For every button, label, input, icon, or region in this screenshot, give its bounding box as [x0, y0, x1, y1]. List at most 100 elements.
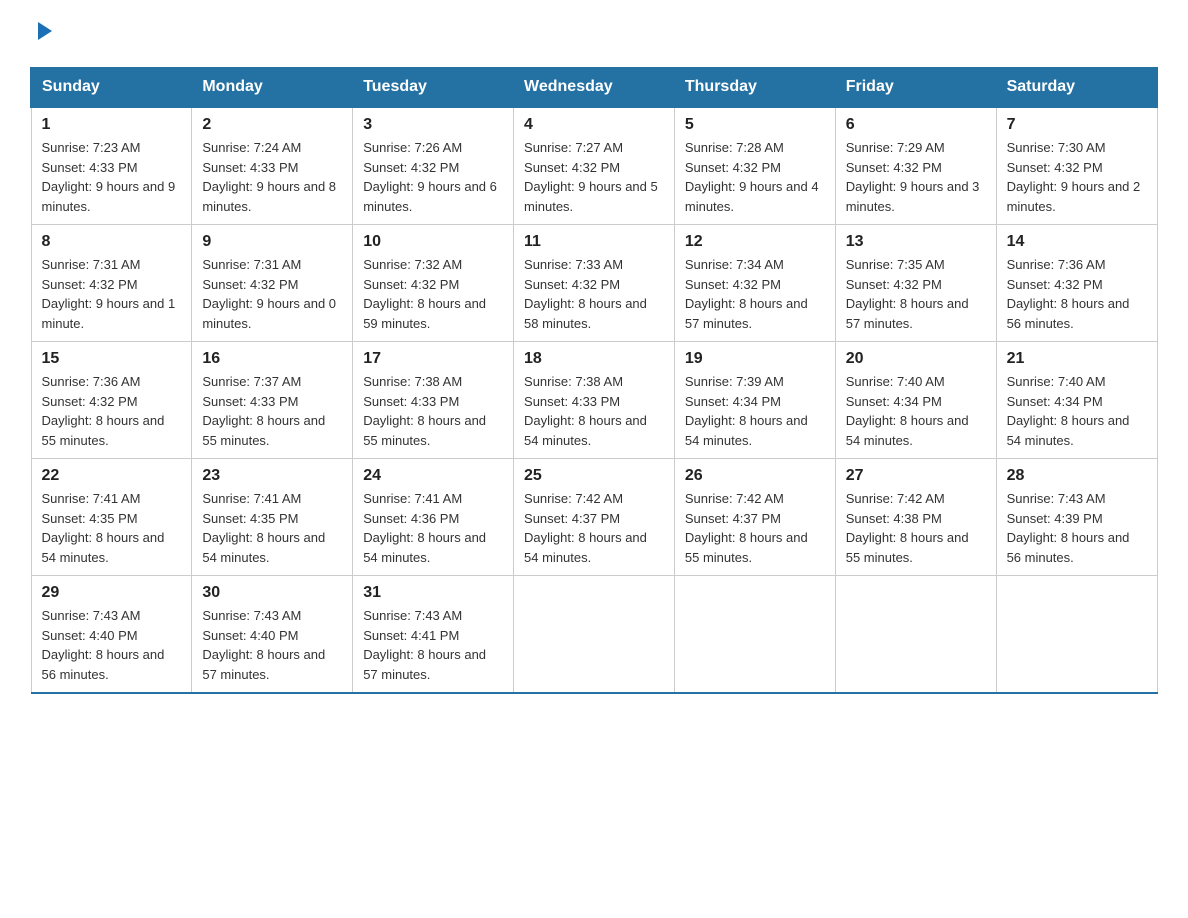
day-info: Sunrise: 7:29 AMSunset: 4:32 PMDaylight:…: [846, 138, 986, 216]
day-of-week-wednesday: Wednesday: [514, 68, 675, 108]
day-number: 11: [524, 233, 664, 251]
calendar-cell: 13Sunrise: 7:35 AMSunset: 4:32 PMDayligh…: [835, 225, 996, 342]
day-number: 18: [524, 350, 664, 368]
logo: [30, 20, 56, 47]
day-info: Sunrise: 7:26 AMSunset: 4:32 PMDaylight:…: [363, 138, 503, 216]
day-info: Sunrise: 7:36 AMSunset: 4:32 PMDaylight:…: [1007, 255, 1147, 333]
calendar-cell: 3 Sunrise: 7:26 AMSunset: 4:32 PMDaylight…: [353, 107, 514, 225]
day-info: Sunrise: 7:40 AMSunset: 4:34 PMDaylight:…: [846, 372, 986, 450]
day-number: 15: [42, 350, 182, 368]
day-info: Sunrise: 7:42 AMSunset: 4:37 PMDaylight:…: [685, 489, 825, 567]
day-info: Sunrise: 7:24 AMSunset: 4:33 PMDaylight:…: [202, 138, 342, 216]
calendar-cell: 28 Sunrise: 7:43 AMSunset: 4:39 PMDayligh…: [996, 459, 1157, 576]
day-number: 12: [685, 233, 825, 251]
day-of-week-thursday: Thursday: [674, 68, 835, 108]
day-info: Sunrise: 7:28 AMSunset: 4:32 PMDaylight:…: [685, 138, 825, 216]
day-number: 30: [202, 584, 342, 602]
day-info: Sunrise: 7:43 AMSunset: 4:40 PMDaylight:…: [42, 606, 182, 684]
calendar-cell: [996, 576, 1157, 694]
calendar-cell: 25 Sunrise: 7:42 AMSunset: 4:37 PMDayligh…: [514, 459, 675, 576]
day-number: 3: [363, 116, 503, 134]
calendar-body: 1Sunrise: 7:23 AMSunset: 4:33 PMDaylight…: [31, 107, 1157, 693]
day-number: 21: [1007, 350, 1147, 368]
day-of-week-tuesday: Tuesday: [353, 68, 514, 108]
calendar-cell: 18 Sunrise: 7:38 AMSunset: 4:33 PMDayligh…: [514, 342, 675, 459]
calendar-cell: 11 Sunrise: 7:33 AMSunset: 4:32 PMDayligh…: [514, 225, 675, 342]
calendar-cell: 2 Sunrise: 7:24 AMSunset: 4:33 PMDaylight…: [192, 107, 353, 225]
calendar-cell: 10 Sunrise: 7:32 AMSunset: 4:32 PMDayligh…: [353, 225, 514, 342]
day-info: Sunrise: 7:30 AMSunset: 4:32 PMDaylight:…: [1007, 138, 1147, 216]
day-info: Sunrise: 7:27 AMSunset: 4:32 PMDaylight:…: [524, 138, 664, 216]
calendar-cell: 29 Sunrise: 7:43 AMSunset: 4:40 PMDayligh…: [31, 576, 192, 694]
day-number: 31: [363, 584, 503, 602]
calendar-cell: 4 Sunrise: 7:27 AMSunset: 4:32 PMDaylight…: [514, 107, 675, 225]
calendar-cell: 17 Sunrise: 7:38 AMSunset: 4:33 PMDayligh…: [353, 342, 514, 459]
day-number: 14: [1007, 233, 1147, 251]
day-number: 4: [524, 116, 664, 134]
calendar-cell: 7 Sunrise: 7:30 AMSunset: 4:32 PMDaylight…: [996, 107, 1157, 225]
calendar-cell: 26Sunrise: 7:42 AMSunset: 4:37 PMDayligh…: [674, 459, 835, 576]
page-header: [30, 20, 1158, 47]
day-info: Sunrise: 7:33 AMSunset: 4:32 PMDaylight:…: [524, 255, 664, 333]
day-info: Sunrise: 7:40 AMSunset: 4:34 PMDaylight:…: [1007, 372, 1147, 450]
calendar-cell: 31 Sunrise: 7:43 AMSunset: 4:41 PMDayligh…: [353, 576, 514, 694]
day-info: Sunrise: 7:37 AMSunset: 4:33 PMDaylight:…: [202, 372, 342, 450]
day-info: Sunrise: 7:41 AMSunset: 4:35 PMDaylight:…: [202, 489, 342, 567]
day-number: 8: [42, 233, 182, 251]
day-info: Sunrise: 7:43 AMSunset: 4:41 PMDaylight:…: [363, 606, 503, 684]
day-number: 2: [202, 116, 342, 134]
day-number: 17: [363, 350, 503, 368]
day-of-week-saturday: Saturday: [996, 68, 1157, 108]
logo-arrow-icon: [34, 20, 56, 42]
day-of-week-monday: Monday: [192, 68, 353, 108]
day-info: Sunrise: 7:43 AMSunset: 4:39 PMDaylight:…: [1007, 489, 1147, 567]
day-number: 10: [363, 233, 503, 251]
calendar-table: SundayMondayTuesdayWednesdayThursdayFrid…: [30, 67, 1158, 694]
calendar-cell: 1Sunrise: 7:23 AMSunset: 4:33 PMDaylight…: [31, 107, 192, 225]
day-number: 22: [42, 467, 182, 485]
day-info: Sunrise: 7:32 AMSunset: 4:32 PMDaylight:…: [363, 255, 503, 333]
week-row-3: 15Sunrise: 7:36 AMSunset: 4:32 PMDayligh…: [31, 342, 1157, 459]
day-number: 7: [1007, 116, 1147, 134]
day-number: 5: [685, 116, 825, 134]
day-info: Sunrise: 7:38 AMSunset: 4:33 PMDaylight:…: [524, 372, 664, 450]
day-number: 1: [42, 116, 182, 134]
calendar-cell: 22 Sunrise: 7:41 AMSunset: 4:35 PMDayligh…: [31, 459, 192, 576]
calendar-cell: 15Sunrise: 7:36 AMSunset: 4:32 PMDayligh…: [31, 342, 192, 459]
calendar-cell: [674, 576, 835, 694]
week-row-5: 29 Sunrise: 7:43 AMSunset: 4:40 PMDayligh…: [31, 576, 1157, 694]
day-number: 29: [42, 584, 182, 602]
day-number: 16: [202, 350, 342, 368]
day-info: Sunrise: 7:31 AMSunset: 4:32 PMDaylight:…: [202, 255, 342, 333]
calendar-header: SundayMondayTuesdayWednesdayThursdayFrid…: [31, 68, 1157, 108]
calendar-cell: 12 Sunrise: 7:34 AMSunset: 4:32 PMDayligh…: [674, 225, 835, 342]
day-info: Sunrise: 7:42 AMSunset: 4:37 PMDaylight:…: [524, 489, 664, 567]
day-number: 6: [846, 116, 986, 134]
day-number: 25: [524, 467, 664, 485]
day-number: 28: [1007, 467, 1147, 485]
days-of-week-row: SundayMondayTuesdayWednesdayThursdayFrid…: [31, 68, 1157, 108]
calendar-cell: 5 Sunrise: 7:28 AMSunset: 4:32 PMDaylight…: [674, 107, 835, 225]
day-info: Sunrise: 7:39 AMSunset: 4:34 PMDaylight:…: [685, 372, 825, 450]
day-info: Sunrise: 7:34 AMSunset: 4:32 PMDaylight:…: [685, 255, 825, 333]
day-number: 13: [846, 233, 986, 251]
day-number: 19: [685, 350, 825, 368]
day-number: 23: [202, 467, 342, 485]
calendar-cell: 14 Sunrise: 7:36 AMSunset: 4:32 PMDayligh…: [996, 225, 1157, 342]
day-info: Sunrise: 7:31 AMSunset: 4:32 PMDaylight:…: [42, 255, 182, 333]
day-number: 20: [846, 350, 986, 368]
calendar-cell: 9 Sunrise: 7:31 AMSunset: 4:32 PMDaylight…: [192, 225, 353, 342]
calendar-cell: 20 Sunrise: 7:40 AMSunset: 4:34 PMDayligh…: [835, 342, 996, 459]
day-info: Sunrise: 7:38 AMSunset: 4:33 PMDaylight:…: [363, 372, 503, 450]
day-number: 9: [202, 233, 342, 251]
day-number: 27: [846, 467, 986, 485]
day-of-week-sunday: Sunday: [31, 68, 192, 108]
day-info: Sunrise: 7:41 AMSunset: 4:36 PMDaylight:…: [363, 489, 503, 567]
day-info: Sunrise: 7:41 AMSunset: 4:35 PMDaylight:…: [42, 489, 182, 567]
day-info: Sunrise: 7:42 AMSunset: 4:38 PMDaylight:…: [846, 489, 986, 567]
week-row-4: 22 Sunrise: 7:41 AMSunset: 4:35 PMDayligh…: [31, 459, 1157, 576]
calendar-cell: 16 Sunrise: 7:37 AMSunset: 4:33 PMDayligh…: [192, 342, 353, 459]
calendar-cell: 19 Sunrise: 7:39 AMSunset: 4:34 PMDayligh…: [674, 342, 835, 459]
calendar-cell: 30Sunrise: 7:43 AMSunset: 4:40 PMDayligh…: [192, 576, 353, 694]
calendar-cell: [514, 576, 675, 694]
